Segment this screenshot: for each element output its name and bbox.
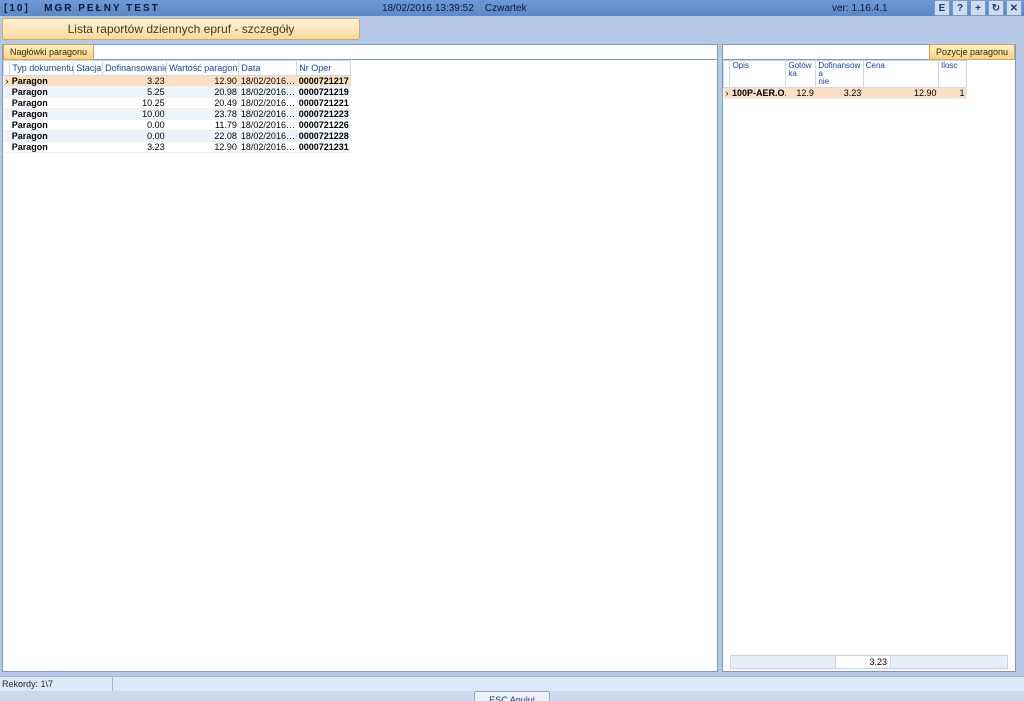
version-label: ver: 1.16.4.1 [832,3,888,14]
help-icon-button[interactable]: ? [952,0,968,16]
summary-value: 3.23 [835,655,891,669]
col-nr-oper[interactable]: Nr Oper [297,61,351,76]
col-opis[interactable]: Opis [730,61,786,88]
col-ilosc[interactable]: Ilosc [938,61,966,88]
table-row[interactable]: Paragon10.2520.4918/02/2016…0000721221 [4,98,351,109]
receipt-items-table[interactable]: Opis Gotówka Dofinansowanie Cena Ilosc ›… [723,60,967,99]
col-gotowka[interactable]: Gotówka [786,61,816,88]
title-bar: [10] MGR PEŁNY TEST 18/02/2016 13:39:52 … [0,0,1024,16]
footer-buttons: ESC Anuluj [0,691,1024,701]
table-row[interactable]: Paragon5.2520.9818/02/2016…0000721219 [4,87,351,98]
col-dofinansowanie-r[interactable]: Dofinansowanie [816,61,863,88]
receipt-items-tab[interactable]: Pozycje paragonu [929,44,1015,60]
col-cena[interactable]: Cena [863,61,938,88]
page-title: Lista raportów dziennych epruf - szczegó… [2,18,360,40]
col-dofinansowanie[interactable]: Dofinansowanie [103,61,167,76]
col-data[interactable]: Data [239,61,297,76]
cancel-button[interactable]: ESC Anuluj [474,691,550,701]
receipt-headers-table[interactable]: Typ dokumentu Stacja Dofinansowanie Wart… [3,60,351,153]
app-instance-code: [10] MGR PEŁNY TEST [4,3,160,14]
plus-icon-button[interactable]: + [970,0,986,16]
table-row[interactable]: Paragon0.0022.0818/02/2016…0000721228 [4,131,351,142]
table-row[interactable]: ›100P-AER.O…12.93.2312.901 [724,88,967,99]
table-row[interactable]: Paragon10.0023.7818/02/2016…0000721223 [4,109,351,120]
refresh-icon-button[interactable]: ↻ [988,0,1004,16]
table-row[interactable]: Paragon3.2312.9018/02/2016…0000721231 [4,142,351,153]
table-row[interactable]: ›Paragon3.2312.9018/02/2016…0000721217 [4,76,351,87]
summary-row: 3.23 [730,655,1008,669]
receipt-items-panel: Pozycje paragonu [722,44,1016,672]
status-bar: Rekordy: 1\7 [0,676,1024,691]
receipt-headers-panel: Nagłówki paragonu [2,44,718,672]
table-row[interactable]: Paragon0.0011.7918/02/2016…0000721226 [4,120,351,131]
receipt-headers-tab[interactable]: Nagłówki paragonu [3,44,94,60]
col-wartosc-paragonu[interactable]: Wartość paragonu [167,61,239,76]
col-stacja[interactable]: Stacja [74,61,103,76]
close-icon-button[interactable]: ✕ [1006,0,1022,16]
record-counter: Rekordy: 1\7 [0,677,113,691]
datetime-label: 18/02/2016 13:39:52 Czwartek [382,3,527,14]
e-icon-button[interactable]: E [934,0,950,16]
header-row: Lista raportów dziennych epruf - szczegó… [0,16,1024,42]
col-typ-dokumentu[interactable]: Typ dokumentu [10,61,74,76]
